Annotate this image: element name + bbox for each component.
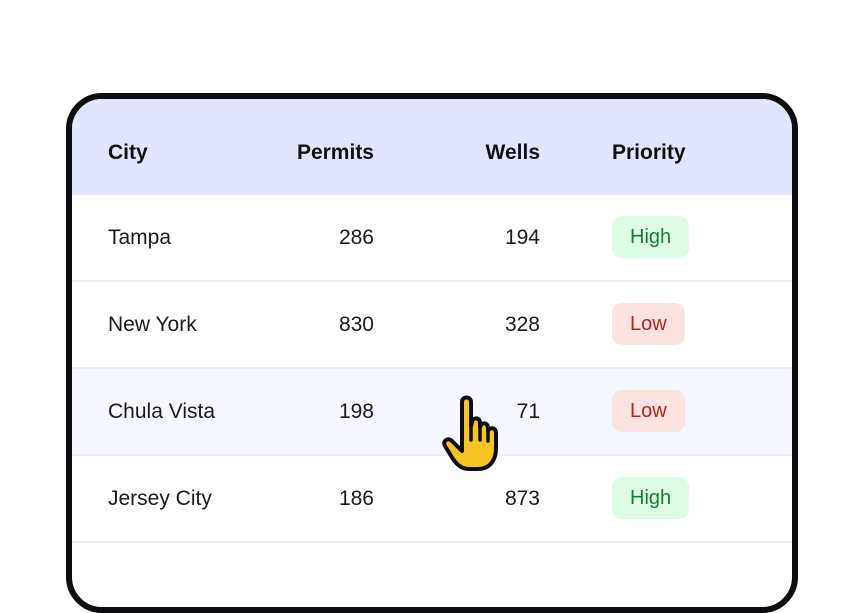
cell-city: Jersey City xyxy=(108,487,212,510)
cell-permits: 830 xyxy=(338,313,374,336)
cell-permits: 198 xyxy=(338,400,374,423)
cell-city: Chula Vista xyxy=(108,400,216,423)
cell-permits: 186 xyxy=(338,487,374,510)
header-priority[interactable]: Priority xyxy=(612,99,686,195)
cell-wells: 194 xyxy=(504,226,540,249)
header-permits[interactable]: Permits xyxy=(272,99,374,195)
table-row-hovered[interactable]: Chula Vista 198 71 Low xyxy=(72,369,792,456)
header-city[interactable]: City xyxy=(108,99,148,195)
table-row[interactable]: Tampa 286 194 High xyxy=(72,195,792,282)
cell-permits: 286 xyxy=(338,226,374,249)
table-row[interactable]: New York 830 328 Low xyxy=(72,282,792,369)
cell-city: Tampa xyxy=(108,226,172,249)
cell-city: New York xyxy=(108,313,197,336)
table-row[interactable]: Jersey City 186 873 High xyxy=(72,456,792,543)
priority-badge-low: Low xyxy=(612,303,685,345)
priority-badge-high: High xyxy=(612,477,690,519)
priority-badge-high: High xyxy=(612,216,690,258)
hand-pointer-icon xyxy=(442,395,498,471)
data-table-card: City Permits Wells Priority Tampa 286 19… xyxy=(66,93,798,613)
header-wells[interactable]: Wells xyxy=(452,99,540,195)
priority-badge-low: Low xyxy=(612,390,685,432)
table-header: City Permits Wells Priority xyxy=(72,99,792,195)
cell-wells: 328 xyxy=(504,313,540,336)
